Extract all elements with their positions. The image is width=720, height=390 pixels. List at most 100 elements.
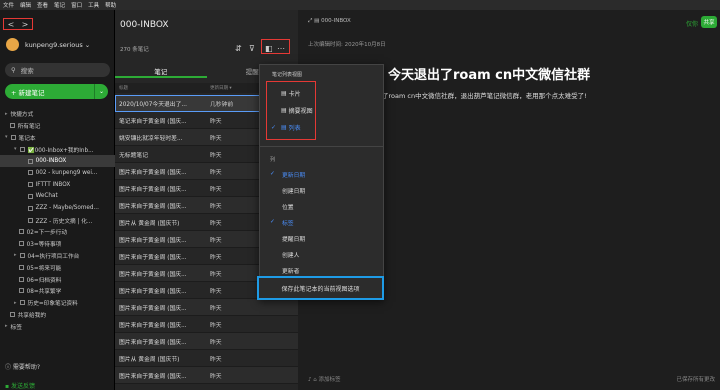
note-row[interactable]: 图片来自于黄金周 (国庆... 昨天: [115, 333, 298, 350]
note-row-title: 无标题笔记: [119, 152, 148, 159]
sidebar-item-label: 03=等待事项: [26, 242, 62, 249]
sidebar-item[interactable]: 05=将来可能: [0, 261, 115, 273]
menu-item[interactable]: 查看: [37, 1, 48, 9]
add-tag[interactable]: 添加标签: [319, 377, 341, 383]
note-row-date: 昨天: [210, 220, 222, 227]
caret-icon[interactable]: ▾: [14, 146, 17, 152]
sidebar-item[interactable]: 02=下一步行动: [0, 226, 115, 238]
col-date[interactable]: 更新日期 ▾: [210, 85, 232, 91]
caret-icon[interactable]: [23, 170, 25, 176]
sidebar-item-label: 04=执行项目工作台: [27, 253, 80, 260]
sidebar-item[interactable]: 002 - kunpeng9 wei...: [0, 167, 115, 179]
search-input[interactable]: ⚲ 搜索: [5, 63, 110, 77]
share-button[interactable]: 共享: [701, 16, 717, 28]
menu-item[interactable]: 窗口: [71, 1, 82, 9]
note-row-date: 几秒钟前: [210, 101, 234, 108]
back-button[interactable]: <: [8, 20, 15, 29]
note-row-date: 昨天: [210, 118, 222, 125]
note-row-title: 图片来自于黄金周 (国庆...: [119, 169, 187, 176]
note-row[interactable]: 图片来自于黄金周 (国庆... 昨天: [115, 299, 298, 316]
view-option[interactable]: ▤ 摘要视图: [267, 102, 315, 119]
caret-icon[interactable]: [14, 276, 16, 282]
col-title[interactable]: 标题: [115, 85, 210, 91]
view-option[interactable]: ▤ 卡片: [267, 85, 315, 102]
caret-icon[interactable]: [14, 264, 16, 270]
sidebar-item[interactable]: ▾ 笔记本: [0, 132, 115, 144]
caret-icon[interactable]: [23, 193, 25, 199]
column-option[interactable]: ✓ 标签: [260, 214, 383, 230]
tag-bar[interactable]: ♪ ⌂ 添加标签: [308, 375, 341, 383]
sidebar-item[interactable]: ZZZ - Maybe/Somed...: [0, 202, 115, 214]
menu-item[interactable]: 工具: [88, 1, 99, 9]
column-option[interactable]: ✓ 更新日期: [260, 166, 383, 182]
view-options-icon[interactable]: ◧: [265, 44, 273, 53]
column-option[interactable]: 提醒日期: [260, 230, 383, 246]
note-row[interactable]: 图片来自于黄金周 (国庆... 昨天: [115, 367, 298, 384]
column-option-label: 提醒日期: [282, 236, 306, 243]
note-title[interactable]: 今天退出了roam cn中文微信社群: [388, 64, 590, 83]
caret-icon[interactable]: ▸: [14, 252, 17, 258]
last-edited: 上次编辑时间: 2020年10月8日: [308, 42, 386, 48]
menu-item[interactable]: 笔记: [54, 1, 65, 9]
view-option[interactable]: ✓ ▤ 列表: [267, 119, 315, 136]
sidebar-item[interactable]: WeChat: [0, 191, 115, 203]
note-row-date: 昨天: [210, 237, 222, 244]
sidebar-item[interactable]: ▸ 历史=印象笔记资料: [0, 297, 115, 309]
new-note-button[interactable]: + 新建笔记 ⌄: [5, 84, 108, 99]
help-link[interactable]: ⓘ 需要帮助?: [5, 362, 40, 371]
note-row-title: 姚安镰比就凉年轻时差...: [119, 135, 183, 142]
sidebar-item[interactable]: ▸ 快捷方式: [0, 108, 115, 120]
filter-icon[interactable]: ⊽: [249, 44, 255, 53]
account-menu[interactable]: kunpeng9.serious ⌄: [6, 38, 90, 51]
sidebar-item[interactable]: 03=等待事项: [0, 238, 115, 250]
sidebar-item[interactable]: 06=归档资料: [0, 273, 115, 285]
sidebar-item-label: 02=下一步行动: [26, 230, 68, 237]
sidebar-item[interactable]: 共享给我的: [0, 309, 115, 321]
sidebar-item[interactable]: 所有笔记: [0, 120, 115, 132]
menu-item[interactable]: 文件: [3, 1, 14, 9]
sidebar-item[interactable]: ZZZ - 历史文摘 | 化...: [0, 214, 115, 226]
caret-icon[interactable]: [14, 241, 16, 247]
sidebar-item[interactable]: ▾ ✅000-Inbox+我的Inb...: [0, 143, 115, 155]
caret-icon[interactable]: [5, 311, 7, 317]
caret-icon[interactable]: [23, 158, 25, 164]
caret-icon[interactable]: [23, 205, 25, 211]
caret-icon[interactable]: [23, 217, 25, 223]
column-option[interactable]: 创建日期: [260, 182, 383, 198]
menu-item[interactable]: 编辑: [20, 1, 31, 9]
more-icon[interactable]: ⋯: [277, 44, 285, 53]
note-body[interactable]: 了roam cn中文微信社群，退出葫芦笔记微信群，老用那个点太难受了!: [382, 90, 587, 100]
caret-icon[interactable]: [14, 288, 16, 294]
note-row-title: 图片从 黄金周 (国庆节): [119, 356, 180, 363]
sidebar-item[interactable]: IFTTT INBOX: [0, 179, 115, 191]
breadcrumb-notebook[interactable]: 000-INBOX: [321, 18, 351, 24]
menu-item[interactable]: 帮助: [105, 1, 116, 9]
column-option[interactable]: 创建人: [260, 246, 383, 262]
note-row[interactable]: 图片来自于黄金周 (国庆... 昨天: [115, 316, 298, 333]
sort-icon[interactable]: ⇵: [235, 44, 242, 53]
notebook-icon: [27, 182, 33, 188]
caret-icon[interactable]: ▸: [14, 300, 17, 306]
sidebar-item[interactable]: ▸ 04=执行项目工作台: [0, 250, 115, 262]
column-option[interactable]: 位置: [260, 198, 383, 214]
tab-notes[interactable]: 笔记: [115, 66, 207, 78]
note-row[interactable]: 图片从 黄金周 (国庆节) 昨天: [115, 350, 298, 367]
sidebar-item[interactable]: 08=共享繁学: [0, 285, 115, 297]
chevron-down-icon[interactable]: ⌄: [94, 84, 108, 99]
forward-button[interactable]: >: [22, 20, 29, 29]
caret-icon[interactable]: ▸: [5, 323, 8, 329]
caret-icon[interactable]: [14, 229, 16, 235]
sidebar-item[interactable]: 000-INBOX: [0, 155, 115, 167]
caret-icon[interactable]: [5, 123, 7, 129]
feedback-link[interactable]: ▪ 发送反馈: [5, 381, 35, 390]
caret-icon[interactable]: [23, 182, 25, 188]
caret-icon[interactable]: ▾: [5, 134, 8, 140]
note-row-title: 图片来自于黄金周 (国庆...: [119, 271, 187, 278]
save-view-options-button[interactable]: 保存此笔记本的当前视图选项: [257, 276, 384, 300]
note-row-date: 昨天: [210, 169, 222, 176]
note-row-date: 昨天: [210, 203, 222, 210]
sidebar-item[interactable]: ▸ 标签: [0, 320, 115, 332]
sidebar: < > kunpeng9.serious ⌄ ⚲ 搜索 + 新建笔记 ⌄ ▸ 快捷方式…: [0, 10, 115, 390]
share-scope[interactable]: 仅你: [686, 19, 698, 28]
caret-icon[interactable]: ▸: [5, 111, 8, 117]
